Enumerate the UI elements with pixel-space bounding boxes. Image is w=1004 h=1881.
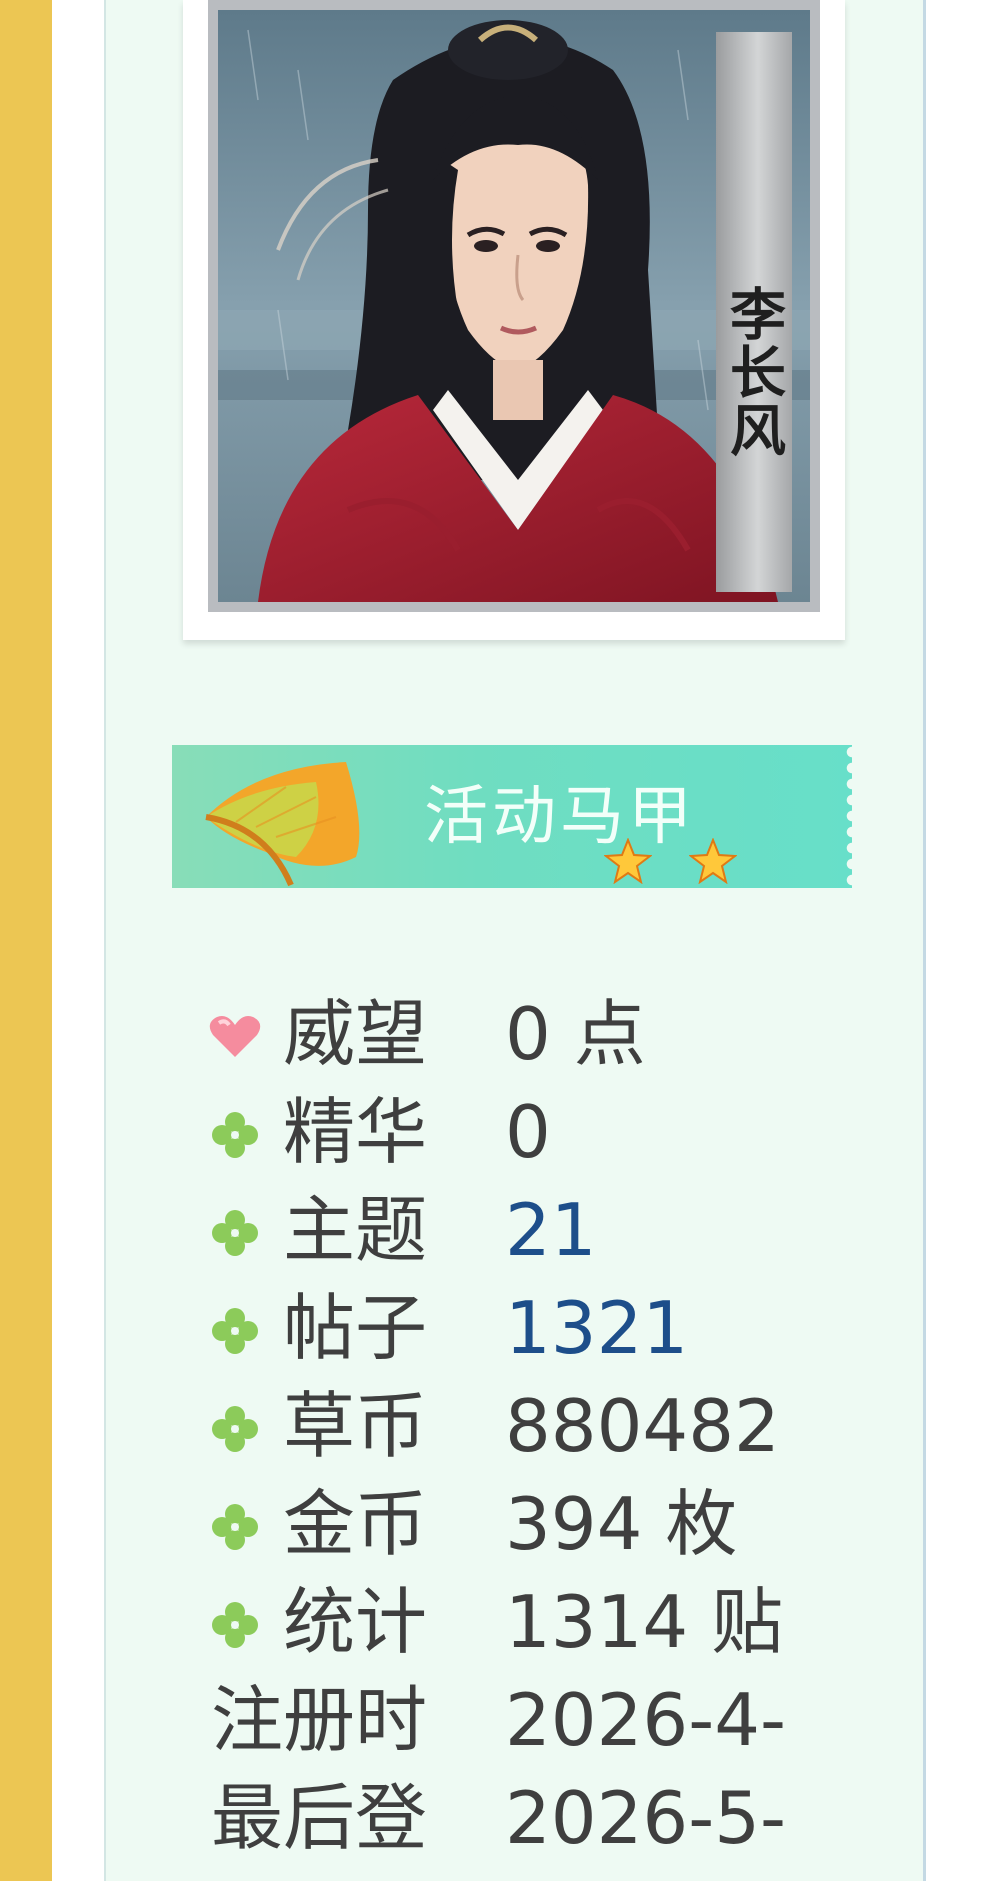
profile-stats-list: 威望 0 点 精华 0 主题 21 帖子 1321 草币 880482 金币 3…	[207, 985, 847, 1867]
heart-icon	[209, 1016, 261, 1057]
ginkgo-leaf-icon	[205, 762, 360, 887]
stat-label: 金币	[283, 1482, 428, 1566]
clover-icon	[212, 1210, 258, 1256]
avatar-frame: 李长风	[183, 0, 845, 640]
stat-row-reputation: 威望 0 点	[207, 985, 847, 1083]
avatar-name-text: 李长风	[720, 285, 787, 459]
clover-icon	[212, 1504, 258, 1550]
stat-label: 主题	[283, 1188, 428, 1272]
stat-row-gold-coins: 金币 394 枚	[207, 1475, 847, 1573]
stat-value: 0 点	[505, 992, 646, 1076]
stat-value: 394 枚	[505, 1482, 738, 1566]
stat-label: 注册时	[211, 1678, 428, 1762]
stat-label: 最后登	[211, 1776, 428, 1860]
stat-row-posts: 帖子 1321	[207, 1279, 847, 1377]
avatar[interactable]: 李长风	[208, 0, 820, 612]
clover-icon	[212, 1308, 258, 1354]
side-color-strip	[0, 0, 52, 1881]
topics-count-link[interactable]: 21	[505, 1181, 597, 1279]
stat-row-last-login: 最后登 2026-5-	[207, 1769, 847, 1867]
stat-row-topics: 主题 21	[207, 1181, 847, 1279]
rank-title: 活动马甲	[424, 780, 696, 854]
clover-icon	[212, 1406, 258, 1452]
stat-row-digest: 精华 0	[207, 1083, 847, 1181]
rank-star-icon	[689, 838, 737, 884]
stat-value: 0	[505, 1090, 551, 1174]
stat-value: 880482	[505, 1384, 780, 1468]
stat-row-registered: 注册时 2026-4-	[207, 1671, 847, 1769]
stat-value: 2026-5-	[505, 1776, 787, 1860]
stat-label: 统计	[283, 1580, 428, 1664]
rank-badge: 活动马甲	[172, 745, 852, 888]
stat-value: 2026-4-	[505, 1678, 787, 1762]
avatar-name-plate: 李长风	[716, 32, 792, 592]
posts-count-link[interactable]: 1321	[505, 1279, 688, 1377]
profile-page: 李长风 活动马甲 威望 0 点 精华 0 主题 21 帖子 1321 草币 88…	[0, 0, 1004, 1881]
stat-label: 威望	[283, 992, 428, 1076]
stat-value: 1314 贴	[505, 1580, 784, 1664]
clover-icon	[212, 1112, 258, 1158]
stat-row-statistics: 统计 1314 贴	[207, 1573, 847, 1671]
stat-row-grass-coins: 草币 880482	[207, 1377, 847, 1475]
stat-label: 精华	[283, 1090, 428, 1174]
badge-perforated-edge	[842, 745, 852, 888]
stat-label: 帖子	[283, 1286, 428, 1370]
clover-icon	[212, 1602, 258, 1648]
rank-star-icon	[604, 838, 652, 884]
stat-label: 草币	[283, 1384, 428, 1468]
